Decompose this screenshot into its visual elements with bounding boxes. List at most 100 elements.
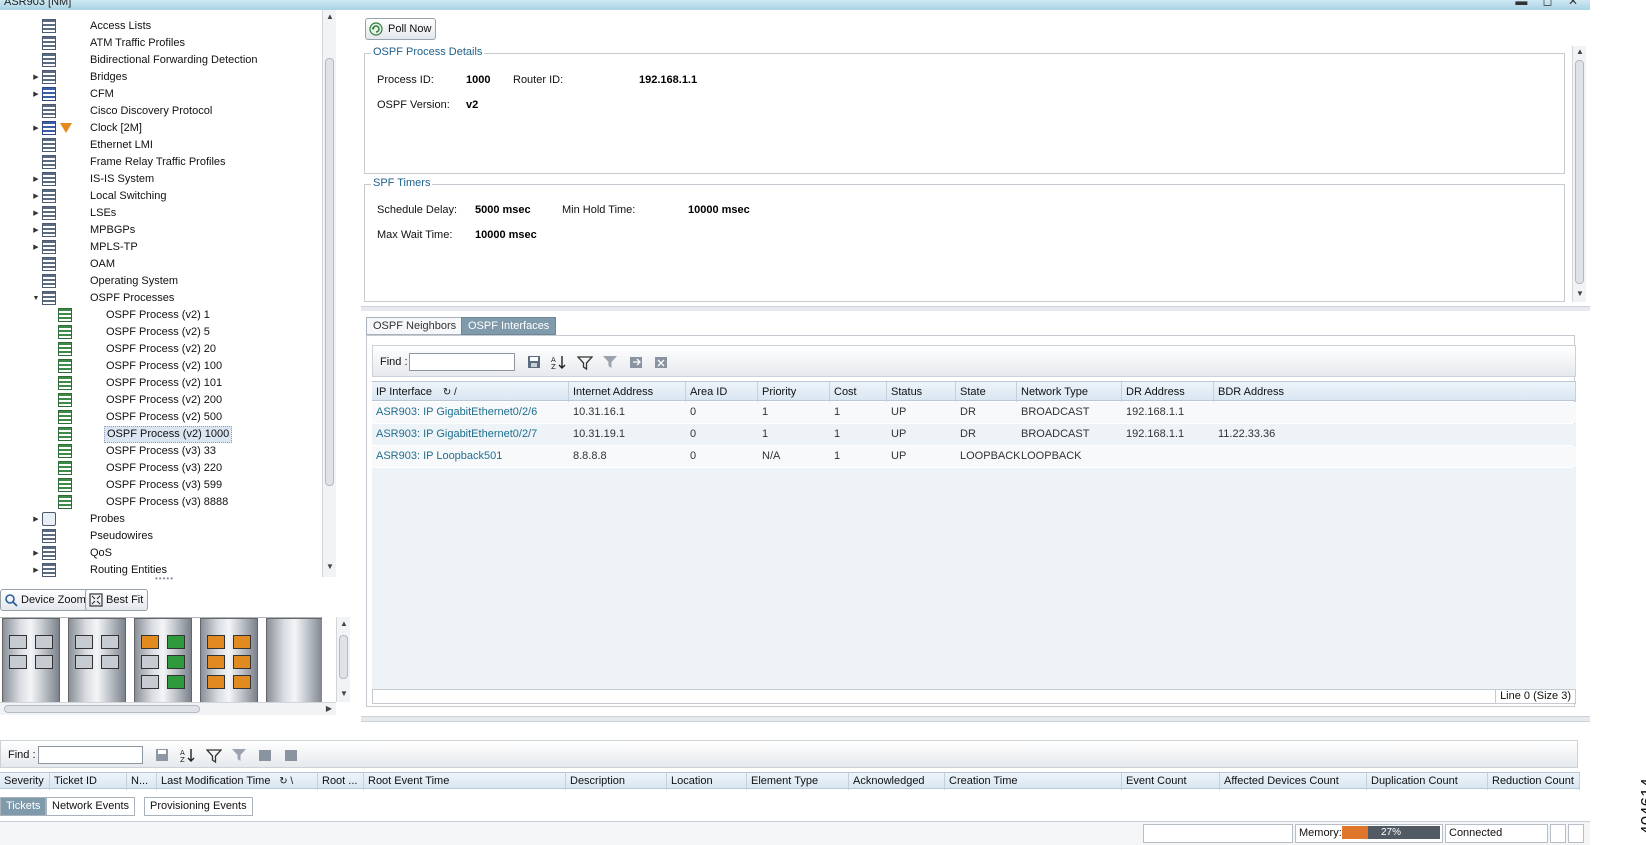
column-header[interactable]: Event Count <box>1122 773 1220 790</box>
tree-item[interactable]: OAM <box>0 256 322 273</box>
port-icon[interactable] <box>75 655 93 669</box>
expand-icon[interactable]: ▶ <box>32 188 40 205</box>
tree-item-ospf-process[interactable]: OSPF Process (v2) 1000 <box>0 426 322 443</box>
tree-item[interactable]: ▼ OSPF Processes <box>0 290 322 307</box>
tree-scrollbar[interactable]: ▲ ▼ <box>322 10 336 577</box>
tree-item-ospf-process[interactable]: OSPF Process (v2) 200 <box>0 392 322 409</box>
column-header[interactable]: Creation Time <box>945 773 1122 790</box>
expand-icon[interactable]: ▶ <box>32 69 40 86</box>
chassis-slot[interactable] <box>266 618 322 702</box>
port-icon[interactable] <box>101 635 119 649</box>
collapse-icon[interactable]: ▼ <box>32 290 40 307</box>
sort-icon[interactable]: AZ <box>180 747 196 763</box>
column-header[interactable]: Root ... <box>318 773 364 790</box>
export-icon[interactable] <box>628 354 644 370</box>
column-header[interactable]: Root Event Time <box>364 773 566 790</box>
expand-icon[interactable]: ▶ <box>32 239 40 256</box>
column-header[interactable]: Affected Devices Count <box>1220 773 1367 790</box>
column-header[interactable]: Status <box>887 382 956 402</box>
port-icon[interactable] <box>233 655 251 669</box>
tree-scroll-thumb[interactable] <box>325 58 334 486</box>
poll-now-button[interactable]: Poll Now <box>365 18 437 40</box>
port-icon[interactable] <box>101 655 119 669</box>
tree-item[interactable]: Ethernet LMI <box>0 137 322 154</box>
tree-item[interactable]: ▶ CFM <box>0 86 322 103</box>
save-icon[interactable] <box>154 747 170 763</box>
expand-icon[interactable]: ▶ <box>32 222 40 239</box>
tab-tickets[interactable]: Tickets <box>0 797 47 816</box>
tab-network-events[interactable]: Network Events <box>46 797 136 816</box>
tree-item[interactable]: ▶ Probes <box>0 511 322 528</box>
column-header[interactable]: DR Address <box>1122 382 1214 402</box>
column-header[interactable]: Location <box>667 773 747 790</box>
chassis-view[interactable] <box>0 617 322 702</box>
expand-icon[interactable]: ▶ <box>32 171 40 188</box>
scroll-up-icon[interactable]: ▲ <box>323 12 337 21</box>
advanced-filter-icon[interactable] <box>602 354 618 370</box>
tree-item[interactable]: ▶ IS-IS System <box>0 171 322 188</box>
tree-item-ospf-process[interactable]: OSPF Process (v3) 220 <box>0 460 322 477</box>
tree-item[interactable]: ▶ MPLS-TP <box>0 239 322 256</box>
column-header[interactable]: Severity <box>0 773 50 790</box>
port-icon[interactable] <box>141 675 159 689</box>
column-header[interactable]: BDR Address <box>1214 382 1576 402</box>
sort-icon[interactable]: AZ <box>551 354 567 370</box>
column-header[interactable]: Network Type <box>1017 382 1122 402</box>
table-row[interactable]: ASR903: IP Loopback501 8.8.8.8 0 N/A 1 UP LOOP… <box>372 446 1576 467</box>
column-header[interactable]: Element Type <box>747 773 849 790</box>
tree-item-ospf-process[interactable]: OSPF Process (v3) 8888 <box>0 494 322 511</box>
tree-item-ospf-process[interactable]: OSPF Process (v2) 1 <box>0 307 322 324</box>
tree-item[interactable]: Access Lists <box>0 18 322 35</box>
chassis-slot[interactable] <box>68 618 126 702</box>
port-icon[interactable] <box>141 635 159 649</box>
column-header[interactable]: Cost <box>830 382 887 402</box>
tree-item-ospf-process[interactable]: OSPF Process (v2) 101 <box>0 375 322 392</box>
tree-item[interactable]: ▶ MPBGPs <box>0 222 322 239</box>
save-icon[interactable] <box>526 354 542 370</box>
column-header[interactable]: N... <box>127 773 157 790</box>
scroll-down-icon[interactable]: ▼ <box>1573 289 1587 298</box>
port-icon[interactable] <box>207 655 225 669</box>
chassis-vscrollbar[interactable]: ▲ ▼ <box>336 617 350 702</box>
expand-icon[interactable]: ▶ <box>32 205 40 222</box>
expand-icon[interactable]: ▶ <box>32 511 40 528</box>
port-icon[interactable] <box>141 655 159 669</box>
table-row[interactable]: ASR903: IP GigabitEthernet0/2/6 10.31.16.… <box>372 402 1576 423</box>
scroll-up-icon[interactable]: ▲ <box>337 619 351 628</box>
scroll-thumb[interactable] <box>339 635 348 679</box>
filter-icon[interactable] <box>577 355 593 371</box>
best-fit-button[interactable]: Best Fit <box>85 589 149 611</box>
tab-ospf-neighbors[interactable]: OSPF Neighbors <box>366 317 464 335</box>
tree-item[interactable]: ▶ Clock [2M] <box>0 120 322 137</box>
tab-provisioning-events[interactable]: Provisioning Events <box>144 797 253 816</box>
export-icon[interactable] <box>257 747 273 763</box>
filter-icon[interactable] <box>206 748 222 764</box>
port-icon[interactable] <box>207 635 225 649</box>
port-icon[interactable] <box>233 635 251 649</box>
column-header[interactable]: Area ID <box>686 382 758 402</box>
expand-icon[interactable]: ▶ <box>32 86 40 103</box>
device-zoom-button[interactable]: Device Zoom <box>0 589 91 611</box>
column-header[interactable]: Internet Address <box>569 382 686 402</box>
scroll-up-icon[interactable]: ▲ <box>1573 47 1587 56</box>
column-header[interactable]: Acknowledged <box>849 773 945 790</box>
tree-item[interactable]: ▶ QoS <box>0 545 322 562</box>
scroll-thumb[interactable] <box>1575 60 1584 284</box>
column-header[interactable]: Description <box>566 773 667 790</box>
tree-item-ospf-process[interactable]: OSPF Process (v2) 5 <box>0 324 322 341</box>
interface-link[interactable]: ASR903: IP GigabitEthernet0/2/7 <box>372 424 569 445</box>
tree-item-ospf-process[interactable]: OSPF Process (v3) 599 <box>0 477 322 494</box>
port-icon[interactable] <box>167 635 185 649</box>
scroll-down-icon[interactable]: ▼ <box>323 562 337 571</box>
column-header[interactable]: IP Interface ↻ / <box>372 382 569 402</box>
tree-item[interactable]: ▶ Local Switching <box>0 188 322 205</box>
interface-link[interactable]: ASR903: IP GigabitEthernet0/2/6 <box>372 402 569 423</box>
tree-item-ospf-process[interactable]: OSPF Process (v2) 20 <box>0 341 322 358</box>
expand-icon[interactable]: ▶ <box>32 562 40 577</box>
expand-icon[interactable]: ▶ <box>32 545 40 562</box>
window-controls[interactable]: ▬ ◻ ✕ <box>1515 0 1584 8</box>
tree-item[interactable]: Frame Relay Traffic Profiles <box>0 154 322 171</box>
expand-icon[interactable]: ▶ <box>32 120 40 137</box>
interfaces-find-input[interactable] <box>409 353 515 371</box>
column-header[interactable]: Ticket ID <box>50 773 127 790</box>
